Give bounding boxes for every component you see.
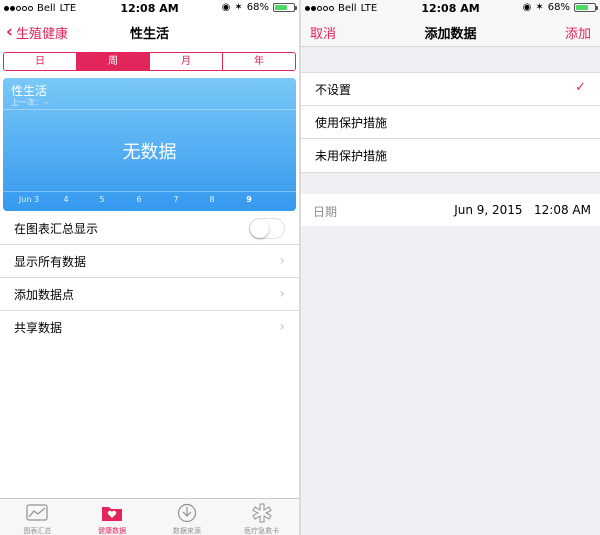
add-data-point-row[interactable]: 添加数据点 › <box>0 278 299 311</box>
tab-health-data[interactable]: 健康数据 <box>75 499 150 535</box>
x-tick-label: 8 <box>209 195 215 204</box>
option-label: 使用保护措施 <box>315 115 388 130</box>
date-text: Jun 9, 2015 <box>454 203 523 217</box>
row-label: 显示所有数据 <box>14 254 87 269</box>
x-tick-label: 4 <box>63 195 69 204</box>
nav-bar: ‹ 生殖健康 性生活 <box>0 17 299 47</box>
tab-bar: 图表汇总 健康数据 数据来源 医疗急救卡 <box>0 498 299 535</box>
option-not-set[interactable]: 不设置 ✓ <box>301 73 600 106</box>
bluetooth-icon: ✶ <box>234 2 243 13</box>
date-row[interactable]: 日期 Jun 9, 2015 12:08 AM <box>301 194 600 226</box>
row-label: 添加数据点 <box>14 287 75 302</box>
show-all-data-row[interactable]: 显示所有数据 › <box>0 245 299 278</box>
lock-rotation-icon: ◉ <box>221 2 231 13</box>
option-protected[interactable]: 使用保护措施 <box>301 106 600 139</box>
option-label: 未用保护措施 <box>315 149 388 163</box>
bluetooth-icon: ✶ <box>535 2 544 13</box>
chevron-right-icon: › <box>279 319 285 335</box>
x-tick-label: 9 <box>246 195 252 204</box>
show-in-dashboard-row: 在图表汇总显示 <box>0 212 299 245</box>
status-bar: Bell LTE 12:08 AM ◉ ✶ 68% <box>301 0 600 17</box>
chart-subtitle: 上一次：-- <box>11 98 49 107</box>
page-title: 添加数据 <box>424 27 477 42</box>
x-tick-label: 5 <box>99 195 105 204</box>
tab-label: 图表汇总 <box>23 527 52 535</box>
option-unprotected[interactable]: 未用保护措施 <box>301 139 600 172</box>
chevron-right-icon: › <box>279 286 285 302</box>
chart-empty-text: 无数据 <box>122 142 177 163</box>
share-data-row[interactable]: 共享数据 › <box>0 311 299 344</box>
health-data-icon <box>102 507 123 521</box>
chart-card: 性生活 上一次：-- 无数据 Jun 3 4 5 6 7 8 9 <box>3 78 296 211</box>
x-tick-label: 7 <box>173 195 179 204</box>
option-label: 不设置 <box>315 82 352 97</box>
row-label: 在图表汇总显示 <box>14 221 99 236</box>
nav-bar: 取消 添加数据 添加 <box>301 17 600 47</box>
date-value: Jun 9, 2015 12:08 AM <box>454 203 591 217</box>
segment-day[interactable]: 日 <box>4 53 77 70</box>
protection-options-list: 不设置 ✓ 使用保护措施 未用保护措施 <box>301 72 600 173</box>
checkmark-icon: ✓ <box>575 80 586 95</box>
left-screen: Bell LTE 12:08 AM ◉ ✶ 68% ‹ 生殖健康 性生活 日 周… <box>0 0 299 535</box>
row-label: 共享数据 <box>14 321 63 335</box>
tab-dashboard[interactable]: 图表汇总 <box>0 499 75 535</box>
page-title: 性生活 <box>129 27 169 42</box>
lock-rotation-icon: ◉ <box>522 2 532 13</box>
segment-month[interactable]: 月 <box>150 53 223 70</box>
tab-label: 数据来源 <box>172 527 201 535</box>
toggle-knob <box>250 219 269 238</box>
tab-label: 医疗急救卡 <box>244 527 280 535</box>
time-text: 12:08 AM <box>534 203 591 217</box>
status-right: ◉ ✶ 68% <box>221 2 297 13</box>
tab-label: 健康数据 <box>98 527 127 535</box>
chart-gridline <box>3 191 296 192</box>
add-button[interactable]: 添加 <box>565 23 591 42</box>
battery-icon <box>273 3 297 12</box>
battery-percent: 68% <box>246 2 269 13</box>
settings-list: 在图表汇总显示 显示所有数据 › 添加数据点 › 共享数据 › <box>0 212 299 344</box>
x-tick-label: Jun 3 <box>18 195 40 204</box>
battery-icon <box>574 3 598 12</box>
status-right: ◉ ✶ 68% <box>522 2 598 13</box>
medical-id-icon <box>251 503 272 523</box>
battery-percent: 68% <box>547 2 570 13</box>
tab-sources[interactable]: 数据来源 <box>150 499 225 535</box>
right-screen: Bell LTE 12:08 AM ◉ ✶ 68% 取消 添加数据 添加 不设置… <box>301 0 600 535</box>
show-in-dashboard-toggle[interactable] <box>249 218 285 239</box>
tab-medical-id[interactable]: 医疗急救卡 <box>224 499 299 535</box>
chart-x-axis: Jun 3 4 5 6 7 8 9 <box>3 195 296 205</box>
date-label: 日期 <box>313 205 338 219</box>
time-range-segmented-control: 日 周 月 年 <box>3 52 296 71</box>
chevron-right-icon: › <box>279 253 285 269</box>
chart-gridline <box>3 109 296 110</box>
dashboard-icon <box>26 504 48 521</box>
segment-week[interactable]: 周 <box>77 53 150 70</box>
status-bar: Bell LTE 12:08 AM ◉ ✶ 68% <box>0 0 299 17</box>
x-tick-label: 6 <box>136 195 142 204</box>
segment-year[interactable]: 年 <box>223 53 295 70</box>
sources-icon <box>177 503 196 523</box>
